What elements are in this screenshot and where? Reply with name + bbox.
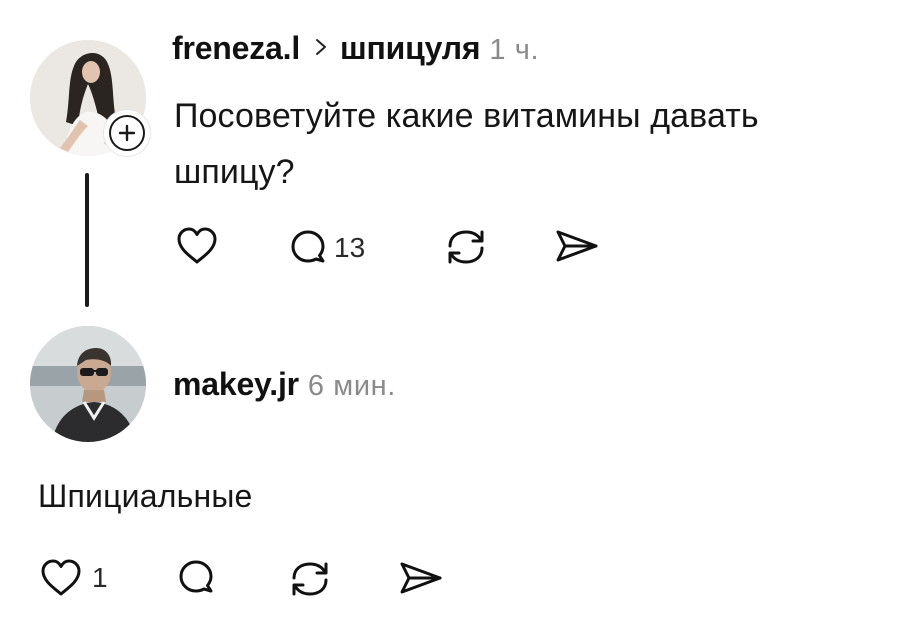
like-button[interactable] — [176, 226, 218, 271]
like-count: 1 — [92, 562, 108, 593]
avatar[interactable] — [30, 326, 146, 442]
heart-icon — [177, 227, 217, 264]
comment-icon — [179, 560, 213, 593]
timestamp: 6 мин. — [307, 370, 396, 402]
heart-icon — [41, 559, 81, 596]
timestamp: 1 ч. — [489, 34, 540, 66]
post-text: Посоветуйте какие витамины давать шпицу? — [174, 97, 759, 191]
follow-button[interactable] — [104, 110, 150, 156]
reply-button[interactable] — [176, 558, 216, 603]
repost-icon — [448, 230, 484, 264]
topic-tag[interactable]: шпицуля — [340, 30, 481, 67]
reply-count: 13 — [334, 232, 366, 263]
post-header: makey.jr 6 мин. — [173, 366, 396, 403]
reply-button[interactable]: 13 — [288, 228, 365, 268]
post-text: Шпициальные — [38, 478, 253, 514]
share-button[interactable] — [398, 558, 444, 603]
username[interactable]: makey.jr — [173, 366, 299, 403]
profile-photo — [30, 326, 146, 442]
send-icon — [400, 562, 442, 594]
like-button[interactable]: 1 — [40, 558, 108, 598]
share-button[interactable] — [554, 226, 600, 271]
post-header: freneza.l шпицуля 1 ч. — [172, 30, 539, 70]
plus-icon — [118, 124, 136, 142]
comment-icon — [291, 230, 325, 263]
repost-icon — [292, 562, 328, 596]
chevron-right-icon — [314, 36, 328, 62]
repost-button[interactable] — [442, 224, 490, 275]
thread-connector-line — [85, 173, 89, 307]
username[interactable]: freneza.l — [172, 30, 300, 67]
send-icon — [556, 230, 598, 262]
repost-button[interactable] — [286, 556, 334, 607]
